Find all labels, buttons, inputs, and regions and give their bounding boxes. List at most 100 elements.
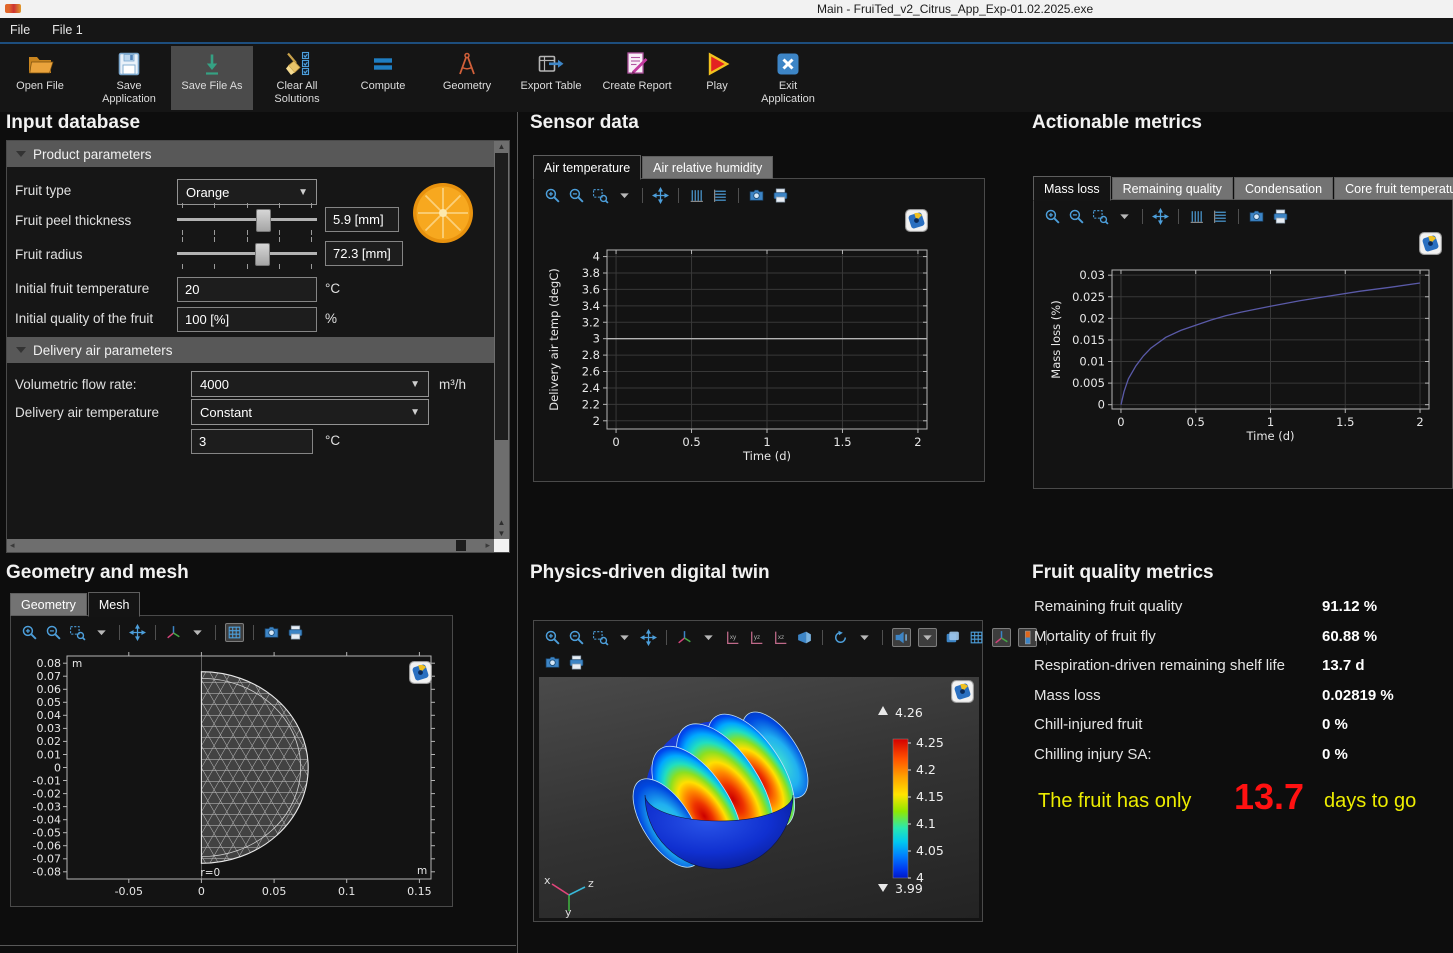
peel-thickness-value[interactable]: 5.9 [mm] [325, 207, 399, 232]
open-file-button[interactable]: Open File [8, 46, 72, 110]
printer-icon[interactable] [1272, 208, 1289, 225]
initial-temp-input[interactable]: 20 [177, 277, 317, 302]
grid-x-icon[interactable] [712, 187, 729, 204]
section-delivery-air-parameters[interactable]: Delivery air parameters [7, 337, 495, 363]
zoom-out-icon[interactable] [1068, 208, 1085, 225]
initial-quality-input[interactable]: 100 [%] [177, 307, 317, 332]
triad-small-icon[interactable] [992, 628, 1011, 647]
view-xy-icon[interactable]: xy [724, 629, 741, 646]
comsol-logo-button[interactable] [951, 680, 974, 703]
geometry-button[interactable]: Geometry [425, 46, 509, 110]
zoom-box-icon[interactable] [592, 629, 609, 646]
clear-all-solutions-button[interactable]: Clear All Solutions [255, 46, 339, 110]
camera-icon[interactable] [1248, 208, 1265, 225]
fruit-radius-slider[interactable] [177, 237, 317, 269]
zoom-box-icon[interactable] [69, 624, 86, 641]
printer-icon[interactable] [287, 624, 304, 641]
exit-application-button[interactable]: Exit Application [745, 46, 831, 110]
peel-thickness-slider[interactable] [177, 203, 317, 235]
section-product-parameters[interactable]: Product parameters [7, 141, 495, 167]
slider-handle[interactable] [255, 243, 270, 266]
caret-icon[interactable] [189, 624, 206, 641]
perspective-icon[interactable] [796, 629, 813, 646]
geometry-tab-geometry[interactable]: Geometry [10, 593, 87, 616]
scroll-up-icon[interactable]: ▲ [494, 142, 509, 151]
save-file-as-button[interactable]: Save File As [171, 46, 253, 110]
column-divider[interactable] [517, 112, 518, 953]
play-button[interactable]: Play [682, 46, 752, 110]
grid-y-icon[interactable] [1188, 208, 1205, 225]
fruit-radius-value[interactable]: 72.3 [mm] [325, 241, 403, 266]
grid-icon[interactable] [968, 629, 985, 646]
camera-icon[interactable] [263, 624, 280, 641]
air-temp-dropdown[interactable]: Constant ▼ [191, 399, 429, 425]
slider-handle[interactable] [256, 209, 271, 232]
metrics-tab-mass-loss[interactable]: Mass loss [1033, 176, 1111, 201]
caret-icon[interactable] [93, 624, 110, 641]
scroll-up-icon[interactable]: ▲ [494, 518, 509, 527]
zoom-box-icon[interactable] [592, 187, 609, 204]
scrollbar-thumb[interactable] [456, 540, 466, 551]
transparency-icon[interactable] [892, 628, 911, 647]
caret-icon[interactable] [856, 629, 873, 646]
comsol-logo-button[interactable] [905, 209, 928, 232]
mesh-plot[interactable]: 0.080.070.060.050.040.030.020.010-0.01-0… [11, 642, 452, 911]
fit-icon[interactable] [652, 187, 669, 204]
metrics-tab-core-fruit-temperature[interactable]: Core fruit temperature [1334, 177, 1453, 200]
menu-file-1[interactable]: File 1 [52, 23, 83, 37]
view-yz-icon[interactable]: yz [748, 629, 765, 646]
zoom-in-icon[interactable] [544, 629, 561, 646]
mass-loss-chart[interactable]: 00.511.5200.0050.010.0150.020.0250.03Tim… [1034, 228, 1452, 493]
compute-button[interactable]: Compute [341, 46, 425, 110]
horizontal-scrollbar[interactable]: ◂ ▸ [7, 539, 494, 552]
caret-icon[interactable] [616, 187, 633, 204]
geometry-tab-mesh[interactable]: Mesh [88, 592, 141, 617]
save-application-button[interactable]: Save Application [88, 46, 170, 110]
caret-icon[interactable] [616, 629, 633, 646]
scroll-left-icon[interactable]: ◂ [10, 539, 15, 552]
zoom-box-icon[interactable] [1092, 208, 1109, 225]
fit-icon[interactable] [640, 629, 657, 646]
metrics-tab-remaining-quality[interactable]: Remaining quality [1112, 177, 1233, 200]
menu-file[interactable]: File [10, 23, 30, 37]
view-xz-icon[interactable]: xz [772, 629, 789, 646]
zoom-out-icon[interactable] [568, 187, 585, 204]
zoom-out-icon[interactable] [568, 629, 585, 646]
3d-viewport[interactable]: 4.254.24.154.14.0544.263.99xyz [539, 677, 979, 918]
triad-icon[interactable] [676, 629, 693, 646]
fit-icon[interactable] [129, 624, 146, 641]
caret-icon[interactable] [700, 629, 717, 646]
printer-icon[interactable] [772, 187, 789, 204]
rotate-icon[interactable] [832, 629, 849, 646]
zoom-out-icon[interactable] [45, 624, 62, 641]
flow-rate-dropdown[interactable]: 4000 ▼ [191, 371, 429, 397]
fruit-type-dropdown[interactable]: Orange ▼ [177, 179, 317, 205]
zoom-in-icon[interactable] [1044, 208, 1061, 225]
caret-icon[interactable] [1116, 208, 1133, 225]
metrics-tab-condensation[interactable]: Condensation [1234, 177, 1333, 200]
grid-y-icon[interactable] [688, 187, 705, 204]
scroll-right-icon[interactable]: ▸ [485, 539, 490, 552]
export-table-button[interactable]: Export Table [509, 46, 593, 110]
zoom-in-icon[interactable] [21, 624, 38, 641]
grid-icon[interactable] [225, 623, 244, 642]
comsol-logo-button[interactable] [409, 661, 432, 684]
comsol-logo-button[interactable] [1419, 232, 1442, 255]
create-report-button[interactable]: Create Report [593, 46, 681, 110]
air-temperature-chart[interactable]: 00.511.5222.22.42.62.833.23.43.63.84Time… [534, 207, 984, 486]
camera-icon[interactable] [544, 654, 561, 671]
caret-icon[interactable] [918, 628, 937, 647]
triad-icon[interactable] [165, 624, 182, 641]
scrollbar-thumb[interactable] [495, 153, 508, 440]
grid-x-icon[interactable] [1212, 208, 1229, 225]
scene-icon[interactable] [944, 629, 961, 646]
vertical-scrollbar[interactable]: ▲ ▲ ▼ [494, 141, 509, 539]
sensor-tab-air-temperature[interactable]: Air temperature [533, 155, 641, 180]
sensor-tab-air-relative-humidity[interactable]: Air relative humidity [642, 156, 773, 179]
camera-icon[interactable] [748, 187, 765, 204]
printer-icon[interactable] [568, 654, 585, 671]
air-temp-value-input[interactable]: 3 [191, 429, 313, 454]
zoom-in-icon[interactable] [544, 187, 561, 204]
fit-icon[interactable] [1152, 208, 1169, 225]
scroll-down-icon[interactable]: ▼ [494, 529, 509, 538]
